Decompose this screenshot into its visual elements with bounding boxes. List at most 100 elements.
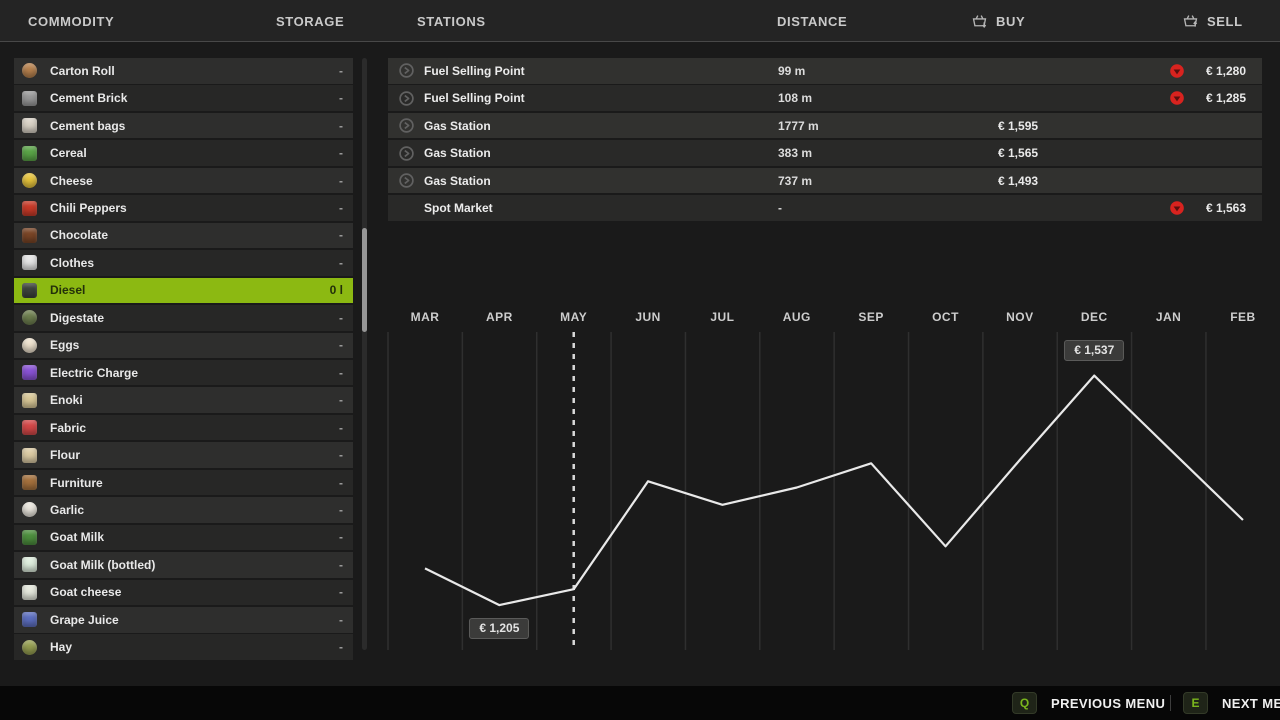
station-row[interactable]: Spot Market-€ 1,563 <box>388 195 1262 221</box>
waypoint-icon <box>398 117 415 134</box>
commodity-row[interactable]: Cereal- <box>14 140 353 166</box>
sell-price: € 1,280 <box>1194 64 1246 78</box>
commodity-row[interactable]: Cheese- <box>14 168 353 194</box>
station-distance: 1777 m <box>778 119 819 133</box>
commodity-storage-value: - <box>339 393 343 407</box>
commodity-row[interactable]: Eggs- <box>14 333 353 359</box>
month-tick-label: JAN <box>1139 310 1199 324</box>
commodity-row[interactable]: Chili Peppers- <box>14 195 353 221</box>
commodity-label: Cement Brick <box>50 91 339 105</box>
commodity-storage-value: - <box>339 119 343 133</box>
digestate-icon <box>22 310 37 325</box>
footer-divider <box>1170 695 1171 711</box>
commodity-label: Clothes <box>50 256 339 270</box>
commodity-storage-value: - <box>339 421 343 435</box>
eggs-icon <box>22 338 37 353</box>
commodity-storage-value: - <box>339 201 343 215</box>
station-row[interactable]: Gas Station737 m€ 1,493 <box>388 168 1262 194</box>
commodity-storage-value: - <box>339 585 343 599</box>
price-trend-down-icon <box>1169 200 1185 216</box>
cheese-icon <box>22 173 37 188</box>
commodity-storage-value: - <box>339 530 343 544</box>
commodity-row[interactable]: Clothes- <box>14 250 353 276</box>
previous-menu-button[interactable]: Q PREVIOUS MENU <box>1012 686 1165 720</box>
commodity-row[interactable]: Garlic- <box>14 497 353 523</box>
month-tick-label: FEB <box>1213 310 1273 324</box>
buy-price: € 1,565 <box>998 146 1038 160</box>
next-menu-label: NEXT MENU <box>1222 696 1280 711</box>
previous-menu-label: PREVIOUS MENU <box>1051 696 1165 711</box>
commodity-label: Hay <box>50 640 339 654</box>
commodity-scrollbar-thumb[interactable] <box>362 228 367 332</box>
header-distance: DISTANCE <box>777 14 847 29</box>
station-name: Spot Market <box>424 201 493 215</box>
commodity-row[interactable]: Digestate- <box>14 305 353 331</box>
commodity-label: Electric Charge <box>50 366 339 380</box>
month-tick-label: SEP <box>841 310 901 324</box>
commodity-row[interactable]: Flour- <box>14 442 353 468</box>
waypoint-icon <box>398 172 415 189</box>
commodity-storage-value: - <box>339 338 343 352</box>
sell-price-group: € 1,563 <box>1169 200 1246 216</box>
commodity-row[interactable]: Electric Charge- <box>14 360 353 386</box>
station-name: Gas Station <box>424 119 491 133</box>
goat-milk-icon <box>22 530 37 545</box>
commodity-row[interactable]: Enoki- <box>14 387 353 413</box>
commodity-row[interactable]: Fabric- <box>14 415 353 441</box>
chocolate-icon <box>22 228 37 243</box>
commodity-storage-value: - <box>339 64 343 78</box>
commodity-row[interactable]: Diesel0 l <box>14 278 353 304</box>
cement-bags-icon <box>22 118 37 133</box>
commodity-row[interactable]: Cement bags- <box>14 113 353 139</box>
commodity-label: Digestate <box>50 311 339 325</box>
header-sell: SELL <box>1207 14 1243 29</box>
commodity-row[interactable]: Carton Roll- <box>14 58 353 84</box>
commodity-row[interactable]: Goat Milk- <box>14 525 353 551</box>
month-tick-label: NOV <box>990 310 1050 324</box>
commodity-row[interactable]: Cement Brick- <box>14 85 353 111</box>
waypoint-icon <box>398 90 415 107</box>
commodity-label: Flour <box>50 448 339 462</box>
station-row[interactable]: Gas Station1777 m€ 1,595 <box>388 113 1262 139</box>
commodity-storage-value: - <box>339 448 343 462</box>
commodity-row[interactable]: Furniture- <box>14 470 353 496</box>
commodity-row[interactable]: Goat Milk (bottled)- <box>14 552 353 578</box>
commodity-storage-value: - <box>339 256 343 270</box>
station-row[interactable]: Fuel Selling Point99 m€ 1,280 <box>388 58 1262 84</box>
station-name: Fuel Selling Point <box>424 91 525 105</box>
commodity-label: Goat cheese <box>50 585 339 599</box>
grape-juice-icon <box>22 612 37 627</box>
commodity-label: Enoki <box>50 393 339 407</box>
commodity-label: Goat Milk (bottled) <box>50 558 339 572</box>
commodity-row[interactable]: Chocolate- <box>14 223 353 249</box>
cement-brick-icon <box>22 91 37 106</box>
diesel-icon <box>22 283 37 298</box>
month-tick-label: JUL <box>692 310 752 324</box>
footer-bar: Q PREVIOUS MENU E NEXT MENU <box>0 686 1280 720</box>
hay-icon <box>22 640 37 655</box>
station-distance: 383 m <box>778 146 812 160</box>
sell-price: € 1,285 <box>1194 91 1246 105</box>
station-row[interactable]: Gas Station383 m€ 1,565 <box>388 140 1262 166</box>
waypoint-icon <box>398 62 415 79</box>
price-annotation-badge: € 1,205 <box>469 618 529 639</box>
commodity-row[interactable]: Grape Juice- <box>14 607 353 633</box>
station-distance: 108 m <box>778 91 812 105</box>
commodity-row[interactable]: Hay- <box>14 634 353 660</box>
sell-price-group: € 1,280 <box>1169 63 1246 79</box>
price-trend-down-icon <box>1169 90 1185 106</box>
station-name: Fuel Selling Point <box>424 64 525 78</box>
next-menu-button[interactable]: E NEXT MENU <box>1183 686 1280 720</box>
commodity-row[interactable]: Goat cheese- <box>14 580 353 606</box>
station-name: Gas Station <box>424 174 491 188</box>
month-tick-label: AUG <box>767 310 827 324</box>
electric-charge-icon <box>22 365 37 380</box>
commodity-label: Fabric <box>50 421 339 435</box>
header-stations: STATIONS <box>417 14 486 29</box>
header-buy: BUY <box>996 14 1025 29</box>
station-row[interactable]: Fuel Selling Point 108 m € 1,285 <box>388 85 1262 111</box>
commodity-label: Chili Peppers <box>50 201 339 215</box>
commodity-label: Eggs <box>50 338 339 352</box>
commodity-label: Garlic <box>50 503 339 517</box>
commodity-label: Cheese <box>50 174 339 188</box>
